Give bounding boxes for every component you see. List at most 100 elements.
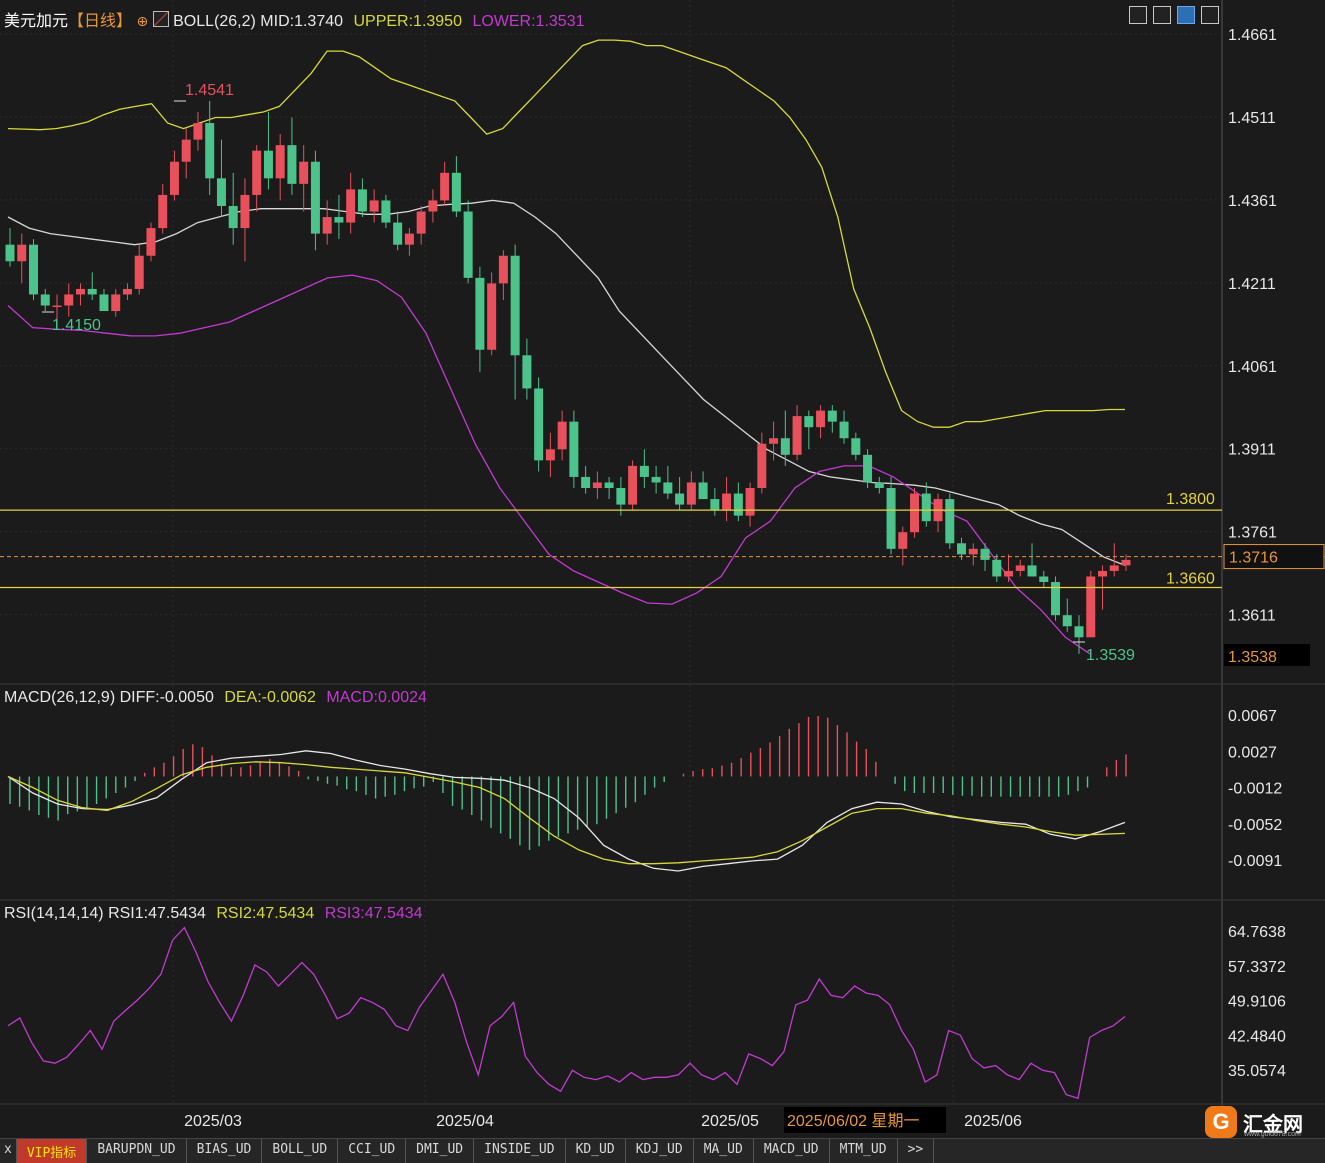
candle-body	[886, 487, 896, 549]
tab-ma[interactable]: MA_UD	[694, 1139, 754, 1163]
current-price-label: 1.3716	[1229, 550, 1278, 567]
candle-body	[381, 200, 391, 223]
candle-body	[228, 205, 238, 229]
candle-body	[604, 482, 614, 488]
macd-panel[interactable]	[7, 715, 1127, 872]
candle-body	[980, 548, 990, 560]
candle-body	[1121, 559, 1131, 566]
candle-body	[639, 465, 649, 477]
candle-body	[451, 172, 461, 212]
chart-type-icon[interactable]	[1153, 6, 1171, 24]
date-tick-label: 2025/03	[184, 1113, 242, 1130]
rsi-tick-label: 49.9106	[1228, 994, 1286, 1011]
candle-body	[1027, 565, 1037, 577]
candle-body	[992, 559, 1002, 577]
tab-prefix[interactable]: x	[0, 1139, 17, 1163]
candle-body	[1086, 576, 1096, 638]
tab-kdj[interactable]: KDJ_UD	[626, 1139, 694, 1163]
tab-barupdn[interactable]: BARUPDN_UD	[87, 1139, 187, 1163]
tab-kd[interactable]: KD_UD	[566, 1139, 626, 1163]
candle-body	[310, 161, 320, 234]
boll-label: BOLL(26,2)	[173, 13, 256, 30]
draw-tool-icon[interactable]	[1177, 6, 1195, 24]
macd-value: MACD:0.0024	[326, 689, 427, 706]
candle-body	[545, 449, 555, 461]
macd-label[interactable]: MACD(26,12,9)	[4, 689, 115, 706]
candle-body	[804, 416, 814, 428]
tab-dmi[interactable]: DMI_UD	[406, 1139, 475, 1163]
candle-body	[193, 123, 203, 140]
candle-body	[181, 139, 191, 162]
level-label-lower: 1.3660	[1166, 571, 1215, 588]
candle-body	[111, 294, 121, 312]
candle-body	[898, 532, 908, 549]
candle-body	[463, 211, 473, 278]
candle-body	[287, 145, 297, 184]
candle-body	[745, 487, 755, 516]
macd-tick-label: 0.0027	[1228, 745, 1277, 762]
tab-boll[interactable]: BOLL_UD	[262, 1139, 339, 1163]
candle-body	[158, 194, 168, 229]
candle-body	[440, 172, 450, 201]
macd-dea: DEA:-0.0062	[224, 689, 316, 706]
tab-inside[interactable]: INSIDE_UD	[474, 1139, 566, 1163]
logo-mark-icon: G	[1205, 1106, 1237, 1138]
rsi-panel[interactable]	[7, 926, 1126, 1100]
candle-body	[334, 217, 344, 223]
boll-upper: UPPER:1.3950	[353, 13, 462, 30]
candle-body	[592, 482, 602, 488]
candle-body	[240, 194, 250, 229]
tab-bias[interactable]: BIAS_UD	[187, 1139, 263, 1163]
tab-macd[interactable]: MACD_UD	[754, 1139, 830, 1163]
symbol-name[interactable]: 美元加元	[4, 13, 68, 30]
candle-body	[169, 161, 179, 195]
candle-body	[275, 145, 285, 179]
period-label[interactable]: 【日线】	[68, 13, 132, 30]
tab-vip[interactable]: VIP指标	[16, 1139, 88, 1163]
price-tick-label: 1.3911	[1228, 442, 1276, 459]
price-panel[interactable]: 1.3800 1.3660 1.3716 1.3538 1.4541 1.4150 1.35…	[0, 39, 1325, 666]
chart-canvas[interactable]: 1.3800 1.3660 1.3716 1.3538 1.4541 1.4150 1.35…	[0, 0, 1325, 1138]
candle-body	[216, 178, 226, 206]
macd-tick-label: -0.0091	[1228, 853, 1282, 870]
logo-url: www.gold678.com	[1244, 1131, 1301, 1138]
candle-body	[346, 189, 356, 223]
rsi-label[interactable]: RSI(14,14,14)	[4, 905, 104, 922]
candle-body	[475, 277, 485, 350]
candle-body	[369, 200, 379, 212]
crosshair-icon[interactable]	[1129, 6, 1147, 24]
tab-more[interactable]: >>	[898, 1139, 935, 1163]
rsi2-value: RSI2:47.5434	[216, 905, 315, 922]
candle-body	[757, 443, 767, 488]
price-header: 美元加元【日线】 ⊕ BOLL(26,2) MID:1.3740 UPPER:1…	[4, 7, 585, 31]
candle-body	[252, 150, 262, 195]
candle-body	[581, 476, 591, 488]
candle-body	[87, 288, 97, 295]
candle-body	[827, 410, 837, 422]
macd-diff-line	[7, 750, 1126, 872]
candle-body	[522, 355, 532, 389]
layout-icon[interactable]	[1201, 6, 1219, 24]
candle-body	[299, 161, 309, 184]
tab-cci[interactable]: CCI_UD	[338, 1139, 407, 1163]
candle-body	[675, 493, 685, 505]
candle-body	[710, 499, 720, 511]
candle-body	[733, 493, 743, 516]
candle-body	[839, 421, 849, 439]
candle-body	[52, 305, 62, 308]
candle-body	[428, 200, 438, 212]
candle-body	[75, 288, 85, 295]
boll-lower-line	[7, 274, 1091, 655]
rsi-tick-label: 64.7638	[1228, 924, 1286, 941]
candle-body	[510, 255, 520, 356]
chart-indicator-icon[interactable]	[152, 11, 169, 27]
plus-circle-icon[interactable]: ⊕	[136, 13, 148, 29]
candle-body	[1062, 615, 1072, 627]
candle-body	[17, 244, 27, 262]
rsi1-value: RSI1:47.5434	[108, 905, 206, 922]
candle-body	[957, 543, 967, 555]
low-price-label-left: 1.4150	[52, 317, 101, 334]
tab-mtm[interactable]: MTM_UD	[830, 1139, 898, 1163]
candle-body	[64, 294, 74, 306]
price-tick-label: 1.4361	[1228, 193, 1277, 210]
